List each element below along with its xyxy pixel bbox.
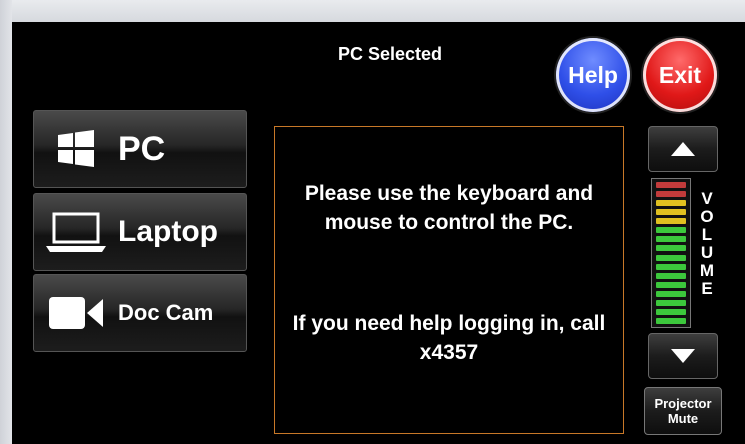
source-laptop-label: Laptop [118, 215, 218, 248]
projector-mute-label-line1: Projector [654, 396, 712, 411]
volume-letter: L [701, 225, 713, 244]
page-title: PC Selected [337, 44, 443, 64]
instruction-text: Please use the keyboard and mouse to con… [304, 182, 594, 234]
source-doccam-button[interactable]: Doc Cam [33, 274, 247, 352]
volume-segment [656, 236, 686, 243]
volume-segment [656, 218, 686, 225]
volume-segment [656, 182, 686, 188]
volume-segment [656, 245, 686, 252]
volume-segment [656, 272, 686, 279]
volume-label: VOLUME [697, 190, 717, 298]
volume-letter: U [700, 243, 714, 262]
volume-up-button[interactable] [648, 126, 718, 172]
source-pc-label: PC [118, 129, 166, 168]
volume-segment [656, 281, 686, 288]
volume-segment [656, 191, 686, 198]
volume-segment [656, 299, 686, 306]
windows-logo-icon [34, 129, 118, 169]
volume-segment [656, 254, 686, 261]
window-left-border [0, 0, 12, 444]
volume-segment [656, 308, 686, 315]
volume-letter: E [701, 279, 713, 298]
volume-letter: V [701, 189, 713, 208]
exit-button[interactable]: Exit [643, 38, 717, 112]
help-button[interactable]: Help [556, 38, 630, 112]
volume-segment [656, 317, 686, 324]
volume-letter: M [699, 261, 715, 280]
volume-segment [656, 200, 686, 207]
source-doccam-label: Doc Cam [118, 300, 214, 325]
volume-segment [656, 227, 686, 234]
triangle-up-icon [671, 142, 695, 156]
volume-down-button[interactable] [648, 333, 718, 379]
instruction-panel: Please use the keyboard and mouse to con… [274, 126, 624, 434]
volume-segment [656, 290, 686, 297]
projector-mute-button[interactable]: Projector Mute [644, 387, 722, 435]
laptop-icon [34, 210, 118, 254]
source-pc-button[interactable]: PC [33, 110, 247, 188]
volume-segment [656, 263, 686, 270]
help-contact-text: If you need help logging in, call x4357 [292, 312, 606, 364]
volume-meter [651, 178, 691, 328]
volume-segment [656, 209, 686, 216]
video-camera-icon [34, 293, 118, 333]
triangle-down-icon [671, 349, 695, 363]
window-top-border [0, 0, 745, 22]
projector-mute-label-line2: Mute [667, 411, 699, 426]
source-laptop-button[interactable]: Laptop [33, 193, 247, 271]
volume-letter: O [700, 207, 714, 226]
